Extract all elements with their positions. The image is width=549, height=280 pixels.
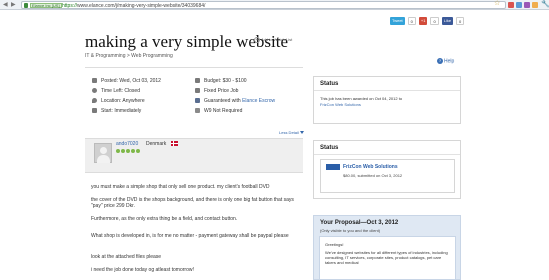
- awarded-to-link[interactable]: FrizCon Web Solutions: [320, 102, 361, 107]
- clock-icon: [92, 88, 97, 94]
- bid-info: $80.00, submitted on Oct 3, 2012: [343, 173, 403, 178]
- proposal-body: We've designed websites for all differen…: [325, 250, 448, 265]
- winning-bid-panel: Status FrizCon Web Solutions $80.00, sub…: [313, 140, 461, 199]
- budget-row: Budget: $30 - $100: [195, 78, 247, 84]
- description-paragraph: Furthermore, as the only extra thing be …: [91, 216, 238, 222]
- posted-text: Posted: Wed, Oct 03, 2012: [101, 78, 161, 84]
- address-bar: ◀ ▶ Elance Inc [US] https://www.elance.c…: [0, 0, 549, 10]
- share-buttons: Tweet 0 +1 0 Like 0: [390, 17, 465, 25]
- tweet-count: 0: [407, 17, 416, 25]
- plus-circle-icon: +: [254, 37, 260, 43]
- document-icon: [195, 108, 200, 114]
- client-info: ando7020 Denmark: [85, 138, 303, 173]
- rating-dot-icon: [131, 149, 135, 153]
- tweet-button[interactable]: Tweet: [390, 17, 405, 25]
- time-left-text: Time Left: Closed: [101, 88, 140, 94]
- start-row: Start: Immediately: [92, 108, 141, 114]
- back-icon[interactable]: ◀: [3, 2, 8, 8]
- less-detail-toggle[interactable]: Less Detail: [279, 130, 304, 135]
- price-tag-icon: [195, 88, 200, 94]
- url-host: www.elance.com: [77, 3, 115, 9]
- url-text: https://www.elance.com/j/making-very-sim…: [62, 3, 205, 9]
- calendar-icon: [92, 78, 97, 84]
- proposal-visibility-note: (Only visible to you and the client): [320, 228, 381, 233]
- job-type-text: Fixed Price Job: [204, 88, 239, 94]
- start-text: Start: Immediately: [101, 108, 142, 114]
- breadcrumb[interactable]: IT & Programming > Web Programming: [85, 53, 173, 59]
- proposal-card: Greetings! We've designed websites for a…: [319, 236, 456, 280]
- client-username[interactable]: ando7020: [116, 141, 138, 147]
- awarded-label: This job has been awarded on Oct 04, 201…: [320, 96, 403, 101]
- status-panel: Status This job has been awarded on Oct …: [313, 76, 461, 124]
- help-icon: ?: [437, 58, 443, 64]
- extension-icon[interactable]: [516, 2, 522, 8]
- job-main-panel: Posted: Wed, Oct 03, 2012 Time Left: Clo…: [85, 67, 304, 280]
- start-icon: [92, 108, 97, 114]
- posted-row: Posted: Wed, Oct 03, 2012: [92, 78, 161, 84]
- help-link[interactable]: ? Help: [437, 58, 454, 64]
- rating-dot-icon: [136, 149, 140, 153]
- lock-icon: [24, 3, 28, 8]
- money-icon: [195, 78, 200, 84]
- proposal-greeting: Greetings!: [325, 242, 344, 247]
- description-paragraph: you must make a simple shop that only se…: [91, 184, 270, 190]
- proposal-title: Your Proposal—Oct 3, 2012: [320, 220, 399, 226]
- description-paragraph: i need the job done today og atleast tom…: [91, 267, 194, 273]
- shield-icon: [195, 98, 200, 104]
- location-text: Location: Anywhere: [101, 98, 145, 104]
- time-left-row: Time Left: Closed: [92, 88, 140, 94]
- less-detail-label: Less Detail: [279, 130, 299, 135]
- facebook-like-button[interactable]: Like: [441, 17, 454, 25]
- denmark-flag-icon: [171, 141, 178, 146]
- provider-logo: [326, 164, 340, 170]
- add-to-watch-list[interactable]: + Add to Watch List: [254, 37, 292, 43]
- w9-row: W9 Not Required: [195, 108, 242, 114]
- budget-text: Budget: $30 - $100: [204, 78, 247, 84]
- bookmark-star-icon[interactable]: ☆: [494, 0, 500, 8]
- w9-text: W9 Not Required: [204, 108, 243, 114]
- location-pin-icon: [92, 98, 97, 104]
- client-country: Denmark: [146, 141, 167, 147]
- extension-icon[interactable]: [508, 2, 514, 8]
- client-rating: [116, 149, 140, 153]
- status2-heading: Status: [314, 141, 460, 155]
- location-row: Location: Anywhere: [92, 98, 145, 104]
- description-paragraph: look at the attached files please: [91, 254, 162, 260]
- url-field[interactable]: Elance Inc [US] https://www.elance.com/j…: [21, 1, 506, 9]
- bid-card[interactable]: FrizCon Web Solutions $80.00, submitted …: [320, 159, 455, 193]
- wrench-icon[interactable]: 🔧: [541, 1, 549, 9]
- rating-dot-icon: [126, 149, 130, 153]
- job-type-row: Fixed Price Job: [195, 88, 238, 94]
- status-heading: Status: [314, 77, 460, 91]
- like-count: 0: [456, 17, 465, 25]
- forward-icon[interactable]: ▶: [11, 2, 16, 8]
- watch-label: Add to Watch List: [261, 37, 293, 43]
- url-path: /j/making-very-simple-website/34039684/: [114, 3, 206, 9]
- help-label: Help: [444, 58, 455, 65]
- bidder-name[interactable]: FrizCon Web Solutions: [343, 164, 398, 170]
- your-proposal-panel: Your Proposal—Oct 3, 2012 (Only visible …: [313, 215, 461, 280]
- extension-icon[interactable]: [524, 2, 530, 8]
- triangle-up-icon: [299, 131, 304, 135]
- escrow-prefix: Guaranteed with: [204, 98, 241, 104]
- gplus-count: 0: [430, 17, 439, 25]
- ev-badge[interactable]: Elance Inc [US]: [30, 3, 62, 8]
- avatar[interactable]: [94, 143, 112, 163]
- awarded-text: This job has been awarded on Oct 04, 201…: [320, 96, 402, 108]
- rating-dot-icon: [116, 149, 120, 153]
- escrow-row: Guaranteed with Elance Escrow: [195, 98, 275, 104]
- extension-icon[interactable]: [532, 2, 538, 8]
- escrow-link[interactable]: Elance Escrow: [242, 98, 275, 104]
- description-paragraph: the cover of the DVD is the shops backgr…: [91, 197, 294, 209]
- url-scheme: https://: [62, 3, 78, 9]
- gplus-button[interactable]: +1: [418, 17, 428, 25]
- rating-dot-icon: [121, 149, 125, 153]
- description-paragraph: What shop is developed in, is for me no …: [91, 233, 289, 239]
